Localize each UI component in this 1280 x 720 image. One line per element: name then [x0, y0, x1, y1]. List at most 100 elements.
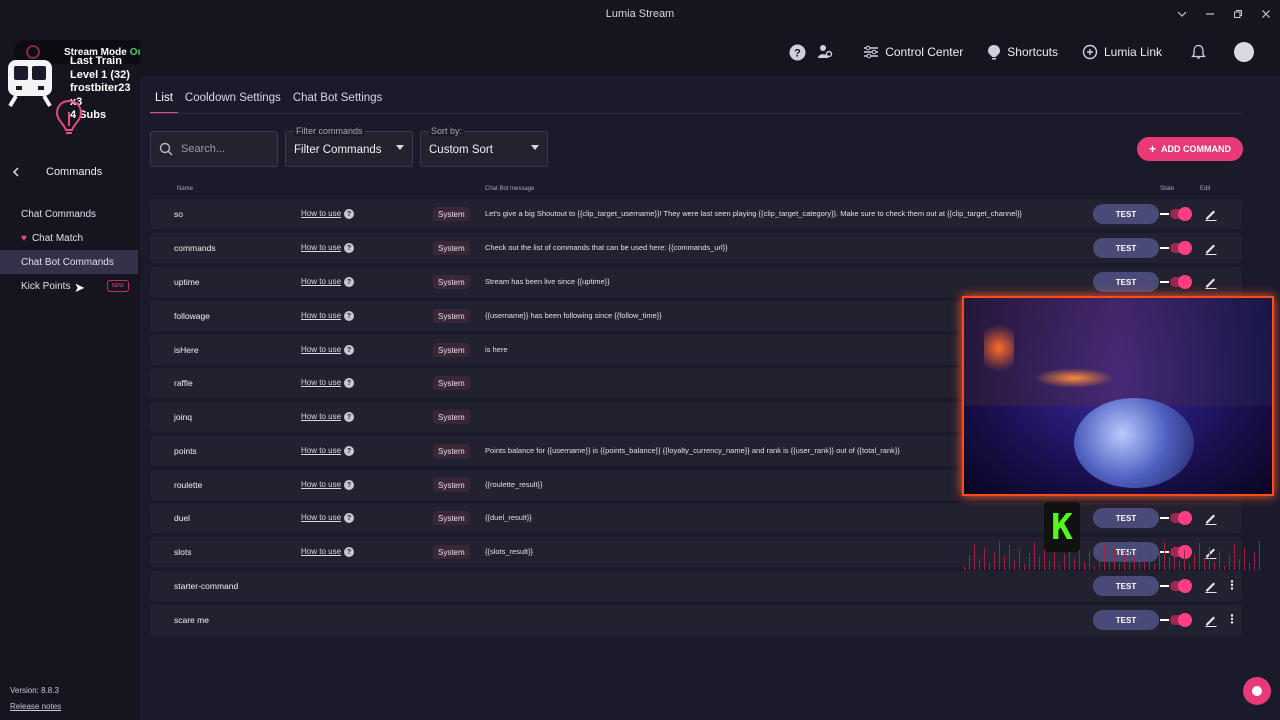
state-toggle[interactable]: [1160, 579, 1192, 593]
tab-list[interactable]: List: [150, 88, 178, 114]
add-command-button[interactable]: + ADD COMMAND: [1137, 137, 1243, 161]
state-toggle[interactable]: [1160, 241, 1192, 255]
search-input[interactable]: [181, 143, 271, 155]
users-icon[interactable]: [811, 38, 839, 66]
how-to-use-link[interactable]: How to use: [301, 378, 341, 387]
test-button[interactable]: TEST: [1093, 272, 1159, 292]
test-button[interactable]: TEST: [1093, 610, 1159, 630]
chat-bubble-button[interactable]: [1243, 677, 1271, 705]
system-badge: System: [433, 275, 470, 289]
chat-bot-message: Check out the list of commands that can …: [485, 243, 728, 252]
how-to-use-link[interactable]: How to use: [301, 243, 341, 252]
sidebar-item-kick-points[interactable]: Kick Points ➤ NEW: [0, 274, 138, 298]
test-button[interactable]: TEST: [1093, 204, 1159, 224]
restore-icon[interactable]: [1224, 0, 1252, 28]
help-icon[interactable]: ?: [344, 446, 354, 456]
close-icon[interactable]: [1252, 0, 1280, 28]
help-icon[interactable]: ?: [344, 345, 354, 355]
shortcuts-button[interactable]: Shortcuts: [987, 44, 1058, 60]
test-button[interactable]: TEST: [1093, 508, 1159, 528]
help-icon[interactable]: ?: [344, 513, 354, 523]
tab-chat-bot-settings[interactable]: Chat Bot Settings: [288, 88, 388, 114]
search-field[interactable]: [150, 131, 278, 167]
header-actions: ? Control Center Shortcuts Lumia Link: [783, 28, 1254, 76]
how-to-use-link[interactable]: How to use: [301, 547, 341, 556]
how-to-use-link[interactable]: How to use: [301, 446, 341, 455]
visualizer-bar: [1089, 551, 1090, 570]
more-options-icon[interactable]: ⋮: [1226, 579, 1238, 591]
how-to-use-link[interactable]: How to use: [301, 513, 341, 522]
sidebar-item-chat-bot-commands[interactable]: Chat Bot Commands: [0, 250, 138, 274]
bell-icon[interactable]: [1184, 38, 1212, 66]
release-notes-link[interactable]: Release notes: [10, 702, 61, 711]
help-icon[interactable]: ?: [344, 277, 354, 287]
more-options-icon[interactable]: ⋮: [1226, 613, 1238, 625]
chat-bot-message: {{username}} has been following since {{…: [485, 311, 662, 320]
visualizer-bar: [1149, 549, 1150, 570]
visualizer-bar: [1099, 555, 1100, 570]
chat-bot-message: is here: [485, 345, 508, 354]
tabs: List Cooldown Settings Chat Bot Settings: [150, 88, 389, 114]
title-bar: Lumia Stream: [0, 0, 1280, 28]
lumia-link-label: Lumia Link: [1103, 45, 1162, 59]
sidebar-item-chat-match[interactable]: ♥ Chat Match: [0, 226, 138, 250]
help-icon[interactable]: ?: [344, 311, 354, 321]
visualizer-bar: [969, 555, 970, 570]
back-to-commands[interactable]: Commands: [0, 162, 140, 182]
help-icon[interactable]: ?: [344, 209, 354, 219]
command-name: uptime: [174, 277, 200, 287]
how-to-use-link[interactable]: How to use: [301, 209, 341, 218]
overlay-line: Last Train: [70, 55, 122, 67]
chevron-down-icon[interactable]: [1168, 0, 1196, 28]
lumia-link-button[interactable]: Lumia Link: [1082, 44, 1162, 60]
pencil-icon[interactable]: [1204, 613, 1218, 627]
visualizer-bar: [1194, 554, 1195, 570]
tab-cooldown-settings[interactable]: Cooldown Settings: [180, 88, 286, 114]
visualizer-bar: [1124, 552, 1125, 570]
how-to-use-link[interactable]: How to use: [301, 480, 341, 489]
visualizer-bar: [974, 544, 975, 570]
how-to-use-link[interactable]: How to use: [301, 412, 341, 421]
chevron-left-icon[interactable]: [12, 164, 20, 180]
help-icon[interactable]: ?: [783, 38, 811, 66]
sidebar-item-chat-commands[interactable]: Chat Commands: [0, 202, 138, 226]
minimize-icon[interactable]: [1196, 0, 1224, 28]
help-icon[interactable]: ?: [344, 412, 354, 422]
pencil-icon[interactable]: [1204, 275, 1218, 289]
visualizer-bar: [984, 548, 985, 570]
visualizer-bar: [1064, 554, 1065, 570]
help-icon[interactable]: ?: [344, 547, 354, 557]
pencil-icon[interactable]: [1204, 207, 1218, 221]
state-toggle[interactable]: [1160, 275, 1192, 289]
new-badge: NEW: [107, 280, 129, 292]
visualizer-bar: [1214, 562, 1215, 570]
help-icon[interactable]: ?: [344, 480, 354, 490]
pencil-icon[interactable]: [1204, 241, 1218, 255]
how-to-use-link[interactable]: How to use: [301, 311, 341, 320]
system-badge: System: [433, 207, 470, 221]
sort-select[interactable]: Sort by: Custom Sort: [420, 126, 548, 167]
help-icon[interactable]: ?: [344, 378, 354, 388]
control-center-button[interactable]: Control Center: [863, 45, 963, 59]
filter-commands-select[interactable]: Filter commands Filter Commands: [285, 126, 413, 167]
test-button[interactable]: TEST: [1093, 576, 1159, 596]
bulb-icon: [988, 45, 1001, 60]
visualizer-bar: [1054, 550, 1055, 570]
how-to-use-link[interactable]: How to use: [301, 345, 341, 354]
state-toggle[interactable]: [1160, 207, 1192, 221]
visualizer-bar: [1229, 555, 1230, 570]
pencil-icon[interactable]: [1204, 579, 1218, 593]
state-toggle[interactable]: [1160, 613, 1192, 627]
how-to-use-link[interactable]: How to use: [301, 277, 341, 286]
test-button[interactable]: TEST: [1093, 238, 1159, 258]
help-icon[interactable]: ?: [344, 243, 354, 253]
visualizer-bar: [1204, 558, 1205, 570]
avatar[interactable]: [1234, 42, 1254, 62]
visualizer-bar: [1199, 543, 1200, 570]
command-name: scare me: [174, 615, 209, 625]
pencil-icon[interactable]: [1204, 511, 1218, 525]
state-toggle[interactable]: [1160, 511, 1192, 525]
visualizer-bar: [1139, 545, 1140, 570]
visualizer-bar: [1164, 542, 1165, 570]
visualizer-bar: [1059, 565, 1060, 570]
